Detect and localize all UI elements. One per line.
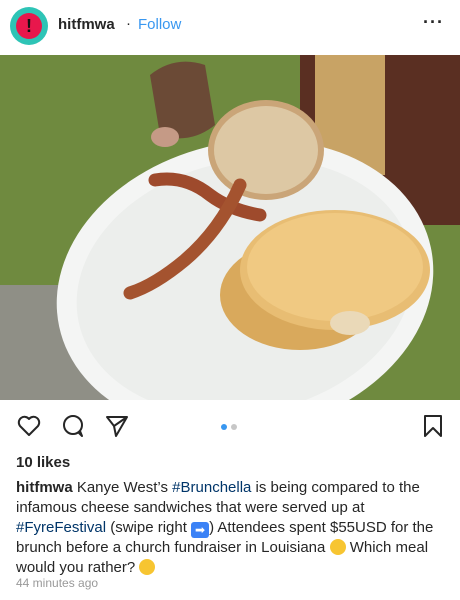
avatar[interactable]: ! [10, 7, 48, 45]
post-header: ! hitfmwa · Follow ··· [0, 0, 460, 54]
caption: hitfmwa Kanye West’s #Brunchella is bein… [16, 478, 452, 578]
follow-button[interactable]: Follow [138, 16, 181, 33]
comment-icon[interactable] [60, 413, 86, 439]
post-photo[interactable] [0, 55, 460, 400]
post-timestamp: 44 minutes ago [16, 576, 99, 590]
hashtag-brunchella[interactable]: #Brunchella [172, 479, 251, 496]
separator: · [126, 15, 131, 32]
send-icon[interactable] [104, 413, 130, 439]
grimacing-face-emoji-icon [329, 539, 346, 555]
right-arrow-emoji-icon: ➡ [191, 522, 210, 538]
caption-username[interactable]: hitfmwa [16, 479, 73, 496]
likes-count[interactable]: 10 likes [16, 454, 70, 471]
caption-text-3: (swipe right [106, 519, 192, 536]
heart-icon[interactable] [16, 413, 42, 439]
brunch-plate-photo [0, 55, 460, 400]
carousel-dot-active [221, 424, 227, 430]
carousel-indicator [221, 424, 237, 430]
drooling-face-emoji-icon [139, 559, 156, 575]
carousel-dot [231, 424, 237, 430]
caption-text-1: Kanye West’s [72, 479, 173, 496]
more-options-icon[interactable]: ··· [423, 12, 444, 33]
username[interactable]: hitfmwa [58, 16, 115, 33]
bookmark-icon[interactable] [420, 413, 446, 439]
exclamation-icon: ! [16, 13, 42, 39]
hashtag-fyrefestival[interactable]: #FyreFestival [16, 519, 106, 536]
